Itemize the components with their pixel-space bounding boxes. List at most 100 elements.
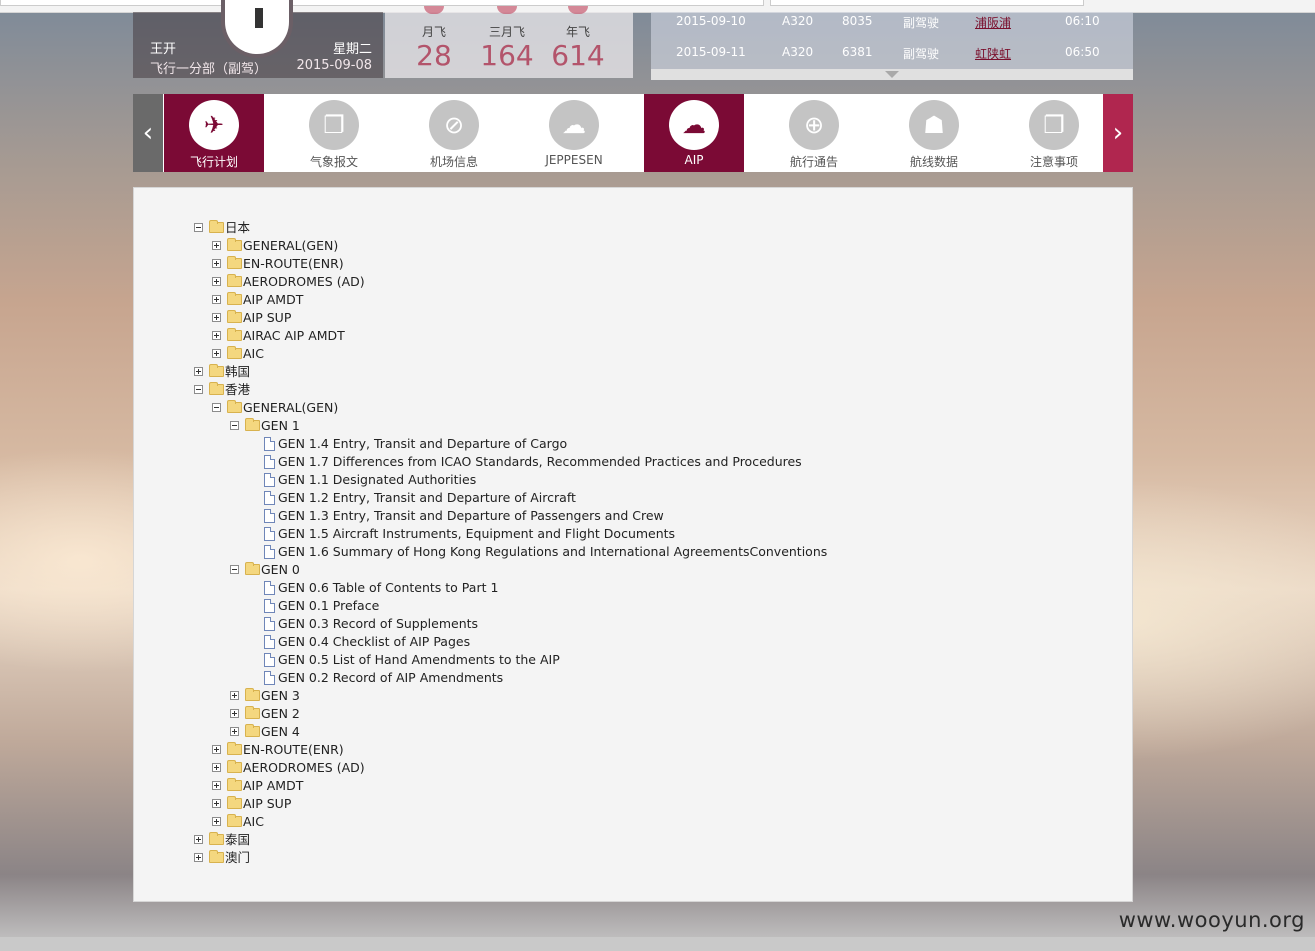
- chat-bubbles-icon: ❐: [1029, 100, 1079, 150]
- tie-icon: [255, 8, 263, 28]
- document-icon: [264, 545, 275, 559]
- folder-icon: [245, 418, 260, 431]
- nav-prev-button[interactable]: ‹: [133, 94, 163, 172]
- nav-item-6[interactable]: ☗ 航线数据: [884, 94, 984, 172]
- tree-node-label[interactable]: GEN 1.4 Entry, Transit and Departure of …: [278, 435, 567, 453]
- tree-node-label[interactable]: 韩国: [225, 363, 250, 381]
- airplane-icon: ✈: [189, 100, 239, 150]
- tree-node-label[interactable]: GEN 1.5 Aircraft Instruments, Equipment …: [278, 525, 675, 543]
- nav-item-label: JEPPESEN: [545, 153, 603, 167]
- nav-item-4[interactable]: ☁ AIP: [644, 94, 744, 172]
- collapse-icon[interactable]: [212, 403, 221, 412]
- nav-item-3[interactable]: ☁ JEPPESEN: [524, 94, 624, 172]
- tree-node-label[interactable]: GEN 1.3 Entry, Transit and Departure of …: [278, 507, 664, 525]
- chat-bubbles-icon: ❐: [309, 100, 359, 150]
- tree-node-label[interactable]: GEN 1.1 Designated Authorities: [278, 471, 476, 489]
- collapse-icon[interactable]: [194, 223, 203, 232]
- nav-item-1[interactable]: ❐ 气象报文: [284, 94, 384, 172]
- stat-label: 年飞: [565, 25, 590, 39]
- tree-node-label[interactable]: GEN 0.2 Record of AIP Amendments: [278, 669, 503, 687]
- tree-node-label[interactable]: AIP AMDT: [243, 291, 303, 309]
- folder-icon: [227, 742, 242, 755]
- expand-icon[interactable]: [212, 763, 221, 772]
- expand-icon[interactable]: [212, 745, 221, 754]
- collapse-icon[interactable]: [194, 385, 203, 394]
- schedule-date: 2015-09-10: [676, 14, 746, 28]
- expand-icon[interactable]: [212, 313, 221, 322]
- expand-icon[interactable]: [230, 709, 239, 718]
- schedule-row[interactable]: 2015-09-11 A320 6381 副驾驶 虹陕虹 06:50: [651, 43, 1133, 63]
- tree-node-label[interactable]: GEN 0.6 Table of Contents to Part 1: [278, 579, 498, 597]
- folder-icon: [245, 724, 260, 737]
- document-icon: [264, 617, 275, 631]
- folder-icon: [245, 562, 260, 575]
- expand-icon[interactable]: [212, 295, 221, 304]
- tree-node-label[interactable]: GEN 1: [261, 417, 300, 435]
- watermark: www.wooyun.org: [1118, 908, 1305, 932]
- tree-node-label[interactable]: GEN 0.1 Preface: [278, 597, 379, 615]
- tree-node-label[interactable]: AIP AMDT: [243, 777, 303, 795]
- tree-node-label[interactable]: GEN 1.2 Entry, Transit and Departure of …: [278, 489, 576, 507]
- expand-icon[interactable]: [212, 781, 221, 790]
- tree-node-label[interactable]: 泰国: [225, 831, 250, 849]
- expand-icon[interactable]: [212, 259, 221, 268]
- folder-icon: [227, 778, 242, 791]
- tree-node-label[interactable]: AIC: [243, 813, 264, 831]
- schedule-row[interactable]: 2015-09-10 A320 8035 副驾驶 浦阪浦 06:10: [651, 12, 1133, 32]
- current-date: 2015-09-08: [296, 58, 372, 73]
- expand-icon[interactable]: [212, 349, 221, 358]
- nav-item-5[interactable]: ⊕ 航行通告: [764, 94, 864, 172]
- expand-icon[interactable]: [230, 727, 239, 736]
- schedule-aircraft: A320: [782, 14, 814, 28]
- tree-node-label[interactable]: GENERAL(GEN): [243, 237, 338, 255]
- avatar[interactable]: [221, 0, 293, 58]
- expand-icon[interactable]: [212, 331, 221, 340]
- tree-node-label[interactable]: AIC: [243, 345, 264, 363]
- tree-node-label[interactable]: 澳门: [225, 849, 250, 867]
- folder-icon: [227, 310, 242, 323]
- tree-node-label[interactable]: GEN 1.7 Differences from ICAO Standards,…: [278, 453, 802, 471]
- schedule-route-link[interactable]: 浦阪浦: [975, 14, 1011, 31]
- tree-node-label[interactable]: AERODROMES (AD): [243, 759, 365, 777]
- tree-node-label[interactable]: GEN 0: [261, 561, 300, 579]
- user-profile-card: 王开 星期二 飞行一分部（副驾） 2015-09-08: [133, 0, 383, 78]
- schedule-route-link[interactable]: 虹陕虹: [975, 45, 1011, 62]
- tree-node-label[interactable]: GEN 0.4 Checklist of AIP Pages: [278, 633, 470, 651]
- tree-node-label[interactable]: AIRAC AIP AMDT: [243, 327, 345, 345]
- expand-icon[interactable]: [194, 367, 203, 376]
- expand-icon[interactable]: [194, 835, 203, 844]
- tree-node-label[interactable]: EN-ROUTE(ENR): [243, 741, 344, 759]
- folder-icon: [209, 364, 224, 377]
- tree-node-label[interactable]: GEN 2: [261, 705, 300, 723]
- expand-icon[interactable]: [230, 691, 239, 700]
- stat-value: 164: [480, 39, 534, 72]
- stat-value: 614: [551, 39, 605, 72]
- document-icon: [264, 671, 275, 685]
- folder-icon: [227, 760, 242, 773]
- expand-icon[interactable]: [212, 799, 221, 808]
- collapse-icon[interactable]: [230, 421, 239, 430]
- tree-node-label[interactable]: GEN 0.3 Record of Supplements: [278, 615, 478, 633]
- tree-node-label[interactable]: GENERAL(GEN): [243, 399, 338, 417]
- nav-item-7[interactable]: ❐ 注意事项: [1004, 94, 1104, 172]
- tree-node-label[interactable]: GEN 4: [261, 723, 300, 741]
- tree-node-label[interactable]: 日本: [225, 219, 250, 237]
- tree-node-label[interactable]: AIP SUP: [243, 309, 291, 327]
- expand-icon[interactable]: [194, 853, 203, 862]
- tree-node-label[interactable]: AIP SUP: [243, 795, 291, 813]
- tree-node-label[interactable]: GEN 0.5 List of Hand Amendments to the A…: [278, 651, 560, 669]
- schedule-expand-bar[interactable]: [651, 69, 1133, 80]
- tree-node-label[interactable]: AERODROMES (AD): [243, 273, 365, 291]
- tree-node-label[interactable]: 香港: [225, 381, 250, 399]
- folder-icon: [227, 400, 242, 413]
- nav-item-2[interactable]: ⊘ 机场信息: [404, 94, 504, 172]
- expand-icon[interactable]: [212, 241, 221, 250]
- collapse-icon[interactable]: [230, 565, 239, 574]
- tree-node-label[interactable]: EN-ROUTE(ENR): [243, 255, 344, 273]
- nav-next-button[interactable]: ›: [1103, 94, 1133, 172]
- tree-node-label[interactable]: GEN 1.6 Summary of Hong Kong Regulations…: [278, 543, 827, 561]
- nav-item-0[interactable]: ✈ 飞行计划: [164, 94, 264, 172]
- expand-icon[interactable]: [212, 277, 221, 286]
- tree-node-label[interactable]: GEN 3: [261, 687, 300, 705]
- expand-icon[interactable]: [212, 817, 221, 826]
